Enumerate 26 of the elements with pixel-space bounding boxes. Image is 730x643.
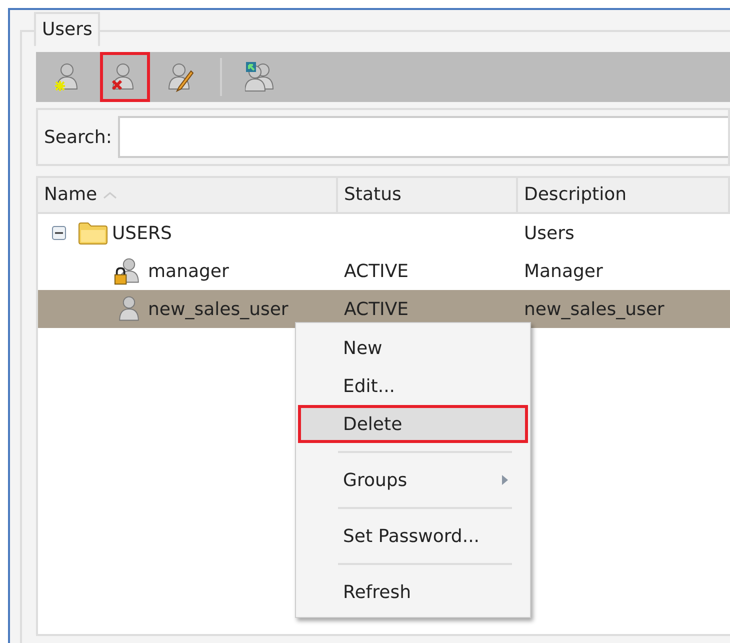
menu-item[interactable]: Edit... [298,367,528,405]
tree-row[interactable]: USERS Users [38,214,730,252]
tree-row[interactable]: manager ACTIVE Manager [38,252,730,290]
group-title: Users [34,12,100,46]
menu-item[interactable]: Delete [298,405,528,443]
description-cell: new_sales_user [524,298,664,320]
menu-item[interactable]: Set Password... [298,517,528,555]
description-cell: Users [524,222,574,244]
status-cell: ACTIVE [344,260,409,282]
tree-item-name: manager [148,260,229,284]
collapse-icon[interactable] [52,226,66,240]
tree-item-name: new_sales_user [148,298,288,322]
status-cell: ACTIVE [344,298,409,320]
column-header[interactable]: Status [338,178,518,212]
menu-item[interactable]: Refresh [298,573,528,611]
tree-row[interactable]: new_sales_user ACTIVE new_sales_user [38,290,730,328]
column-header[interactable]: Description [518,178,730,212]
menu-item[interactable]: Groups [298,461,528,499]
search-label: Search: [44,126,112,150]
delete-user-button[interactable] [100,52,150,102]
menu-item[interactable]: New [298,329,528,367]
tree-item-name: USERS [112,222,172,246]
search-field[interactable] [118,116,728,158]
folder-icon [78,221,108,245]
column-header[interactable]: Name [38,178,338,212]
description-cell: Manager [524,260,603,282]
